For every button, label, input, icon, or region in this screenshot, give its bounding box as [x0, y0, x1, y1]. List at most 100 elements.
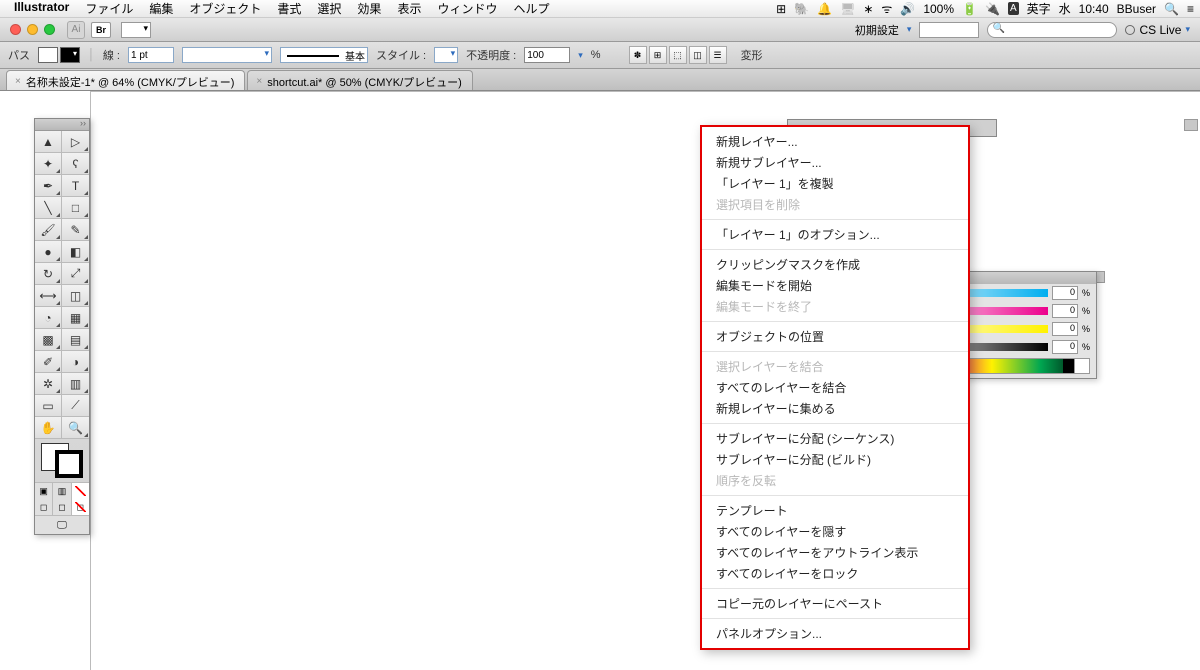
color-value-y[interactable]: 0: [1052, 322, 1078, 336]
menu-item[interactable]: オブジェクトの位置: [702, 326, 968, 347]
transform-button[interactable]: ⬚: [669, 46, 687, 64]
wifi-icon[interactable]: ᯤ: [881, 0, 892, 17]
symbol-sprayer-tool[interactable]: ✲: [35, 373, 62, 395]
panel-dock-tab[interactable]: [1184, 119, 1198, 131]
draw-behind[interactable]: ◻: [53, 499, 71, 515]
artboard-tool[interactable]: ▭: [35, 395, 62, 417]
monitor-icon[interactable]: 🖥: [840, 2, 855, 16]
menu-file[interactable]: ファイル: [77, 0, 141, 19]
close-tab-icon[interactable]: ×: [15, 76, 21, 87]
scale-tool[interactable]: ⤢: [62, 263, 89, 285]
fill-stroke-control[interactable]: [35, 439, 89, 483]
menu-item[interactable]: パネルオプション...: [702, 623, 968, 644]
magic-wand-tool[interactable]: ✦: [35, 153, 62, 175]
menu-type[interactable]: 書式: [269, 0, 309, 19]
menu-item[interactable]: 「レイヤー 1」のオプション...: [702, 224, 968, 245]
opacity-dropdown-icon[interactable]: ▾: [578, 50, 583, 61]
line-icon[interactable]: ⊞: [776, 2, 786, 16]
screen-mode-button[interactable]: 🖵: [35, 516, 89, 534]
document-tab[interactable]: × shortcut.ai* @ 50% (CMYK/プレビュー): [247, 70, 472, 90]
close-window-button[interactable]: [10, 24, 21, 35]
workspace-select[interactable]: [919, 22, 979, 38]
free-transform-tool[interactable]: ◫: [62, 285, 89, 307]
menu-item[interactable]: すべてのレイヤーを結合: [702, 377, 968, 398]
cs-live-button[interactable]: CS Live ▾: [1125, 23, 1190, 37]
menu-help[interactable]: ヘルプ: [505, 0, 557, 19]
draw-inside[interactable]: ◻: [72, 499, 89, 515]
isolate-button[interactable]: ◫: [689, 46, 707, 64]
menu-item[interactable]: すべてのレイヤーをロック: [702, 563, 968, 584]
search-input[interactable]: [987, 22, 1117, 38]
blob-brush-tool[interactable]: ●: [35, 241, 62, 263]
recolor-artwork-button[interactable]: ✽: [629, 46, 647, 64]
pen-tool[interactable]: ✒: [35, 175, 62, 197]
menu-item[interactable]: テンプレート: [702, 500, 968, 521]
color-value-m[interactable]: 0: [1052, 304, 1078, 318]
variable-width-profile-select[interactable]: [182, 47, 272, 63]
shape-builder-tool[interactable]: ◔: [35, 307, 62, 329]
zoom-window-button[interactable]: [44, 24, 55, 35]
canvas-area[interactable]: [0, 91, 1200, 670]
gradient-tool[interactable]: ▤: [62, 329, 89, 351]
user-name[interactable]: BBuser: [1117, 2, 1156, 16]
menu-object[interactable]: オブジェクト: [181, 0, 269, 19]
rectangle-tool[interactable]: □: [62, 197, 89, 219]
menu-item[interactable]: すべてのレイヤーを隠す: [702, 521, 968, 542]
direct-selection-tool[interactable]: ▷: [62, 131, 89, 153]
graphic-style-select[interactable]: [434, 47, 458, 63]
opacity-input[interactable]: [524, 47, 570, 63]
document-tab[interactable]: × 名称未設定-1* @ 64% (CMYK/プレビュー): [6, 70, 245, 90]
menu-item[interactable]: コピー元のレイヤーにペースト: [702, 593, 968, 614]
menu-item[interactable]: サブレイヤーに分配 (シーケンス): [702, 428, 968, 449]
battery-icon[interactable]: 🔋: [962, 2, 977, 16]
stroke-color[interactable]: [55, 450, 83, 478]
menu-item[interactable]: 新規レイヤーに集める: [702, 398, 968, 419]
menu-extras-icon[interactable]: ≡: [1187, 2, 1194, 16]
menu-window[interactable]: ウィンドウ: [429, 0, 505, 19]
transform-label[interactable]: 変形: [741, 47, 763, 63]
bluetooth-icon[interactable]: ∗: [863, 2, 873, 16]
color-value-k[interactable]: 0: [1052, 340, 1078, 354]
color-value-c[interactable]: 0: [1052, 286, 1078, 300]
color-mode-gradient[interactable]: ▥: [53, 483, 71, 499]
width-tool[interactable]: ⟷: [35, 285, 62, 307]
menu-view[interactable]: 表示: [389, 0, 429, 19]
menu-item[interactable]: 新規サブレイヤー...: [702, 152, 968, 173]
paintbrush-tool[interactable]: 🖌: [35, 219, 62, 241]
brush-definition-select[interactable]: 基本: [280, 47, 368, 63]
spotlight-icon[interactable]: 🔍: [1164, 2, 1179, 16]
ime-mode-icon[interactable]: A: [1008, 2, 1019, 15]
stroke-weight-input[interactable]: [128, 47, 174, 63]
draw-normal[interactable]: ◻: [35, 499, 53, 515]
bell-icon[interactable]: 🔔: [817, 2, 832, 16]
workspace-dropdown-icon[interactable]: ▾: [907, 24, 912, 35]
rotate-tool[interactable]: ↻: [35, 263, 62, 285]
eraser-tool[interactable]: ◧: [62, 241, 89, 263]
arrange-documents-button[interactable]: [121, 22, 151, 38]
menu-item[interactable]: 編集モードを開始: [702, 275, 968, 296]
menu-effect[interactable]: 効果: [349, 0, 389, 19]
slice-tool[interactable]: ⟋: [62, 395, 89, 417]
pencil-tool[interactable]: ✎: [62, 219, 89, 241]
lasso-tool[interactable]: ʕ: [62, 153, 89, 175]
menu-item[interactable]: 「レイヤー 1」を複製: [702, 173, 968, 194]
tools-panel-header[interactable]: [35, 119, 89, 131]
color-mode-none[interactable]: [72, 483, 89, 499]
mesh-tool[interactable]: ▩: [35, 329, 62, 351]
eyedropper-tool[interactable]: ✐: [35, 351, 62, 373]
stroke-swatch[interactable]: [60, 47, 80, 63]
hand-tool[interactable]: ✋: [35, 417, 62, 439]
blend-tool[interactable]: ◑: [62, 351, 89, 373]
line-tool[interactable]: ╲: [35, 197, 62, 219]
select-similar-button[interactable]: ☰: [709, 46, 727, 64]
zoom-tool[interactable]: 🔍: [62, 417, 89, 439]
menu-item[interactable]: クリッピングマスクを作成: [702, 254, 968, 275]
workspace-label[interactable]: 初期設定: [855, 22, 899, 38]
close-tab-icon[interactable]: ×: [256, 76, 262, 87]
menu-item[interactable]: サブレイヤーに分配 (ビルド): [702, 449, 968, 470]
color-mode-solid[interactable]: ▣: [35, 483, 53, 499]
selection-tool[interactable]: ▲: [35, 131, 62, 153]
menu-item[interactable]: 新規レイヤー...: [702, 131, 968, 152]
artboard[interactable]: [90, 91, 1200, 670]
menu-edit[interactable]: 編集: [141, 0, 181, 19]
